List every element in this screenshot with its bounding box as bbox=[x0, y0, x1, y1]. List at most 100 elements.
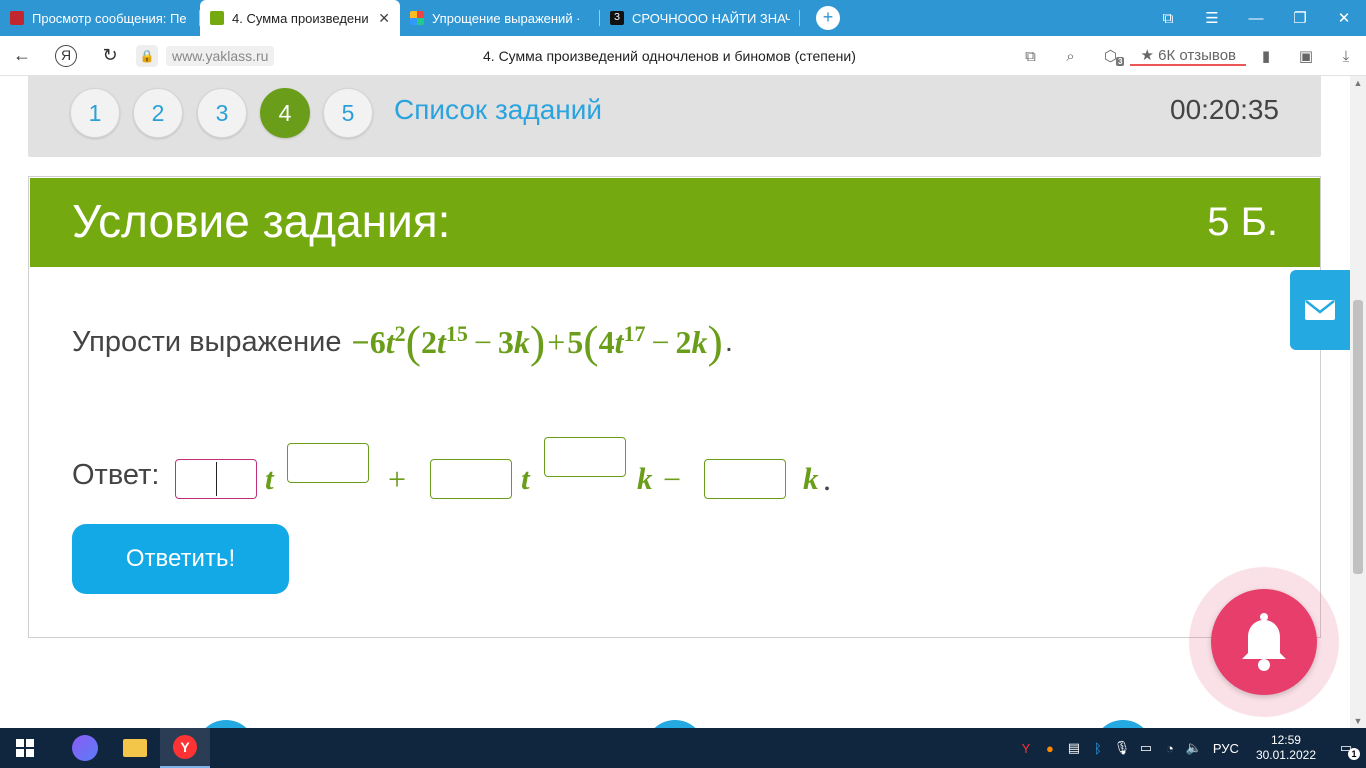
bluetooth-icon[interactable]: ᛒ bbox=[1086, 741, 1110, 756]
question-5-button[interactable]: 5 bbox=[323, 88, 373, 138]
scroll-thumb[interactable] bbox=[1353, 300, 1363, 574]
collections-icon[interactable]: ▣ bbox=[1286, 47, 1326, 65]
answer-exp-t-input[interactable] bbox=[287, 443, 369, 483]
yandex-tray-icon[interactable]: Y bbox=[1014, 741, 1038, 756]
task-list-link[interactable]: Список заданий bbox=[394, 94, 602, 126]
notifications-icon[interactable]: ▭ 1 bbox=[1326, 740, 1366, 760]
file-explorer-button[interactable] bbox=[110, 728, 160, 768]
browser-tab-strip: Просмотр сообщения: Пе 4. Сумма произвед… bbox=[0, 0, 1366, 36]
menu-icon[interactable]: ☰ bbox=[1190, 9, 1234, 27]
restore-icon[interactable]: ❐ bbox=[1278, 9, 1322, 27]
question-4-button[interactable]: 4 bbox=[260, 88, 310, 138]
language-indicator[interactable]: РУС bbox=[1206, 741, 1246, 756]
windows-logo-icon bbox=[16, 739, 34, 757]
yaklass-site-icon bbox=[210, 11, 224, 25]
answer-coef-t-input[interactable] bbox=[175, 459, 257, 499]
alice-icon bbox=[72, 735, 98, 761]
var-t: t bbox=[265, 461, 274, 496]
task-heading: Условие задания: bbox=[72, 195, 451, 247]
microphone-icon[interactable]: 🎙 bbox=[1110, 740, 1134, 756]
clock[interactable]: 12:59 30.01.2022 bbox=[1246, 733, 1326, 763]
coef: 3 bbox=[497, 323, 514, 360]
reload-icon[interactable]: ↻ bbox=[88, 45, 132, 66]
back-icon[interactable]: ← bbox=[0, 45, 44, 66]
task-header: Условие задания: 5 Б. bbox=[30, 178, 1320, 267]
clock-time: 12:59 bbox=[1270, 733, 1301, 747]
coef: 2 bbox=[675, 323, 692, 360]
yandex-logo-icon[interactable]: Я bbox=[55, 44, 77, 67]
question-2-button[interactable]: 2 bbox=[133, 88, 183, 138]
var: t bbox=[436, 323, 446, 360]
lock-icon[interactable]: 🔒 bbox=[136, 44, 158, 67]
task-condition: Упрости выражение −6 t 2 ( 2 t 15 − 3k ) + 5… bbox=[72, 319, 733, 365]
yandex-browser-button[interactable]: Y bbox=[160, 728, 210, 768]
tab-current-task[interactable]: 4. Сумма произведени ✕ bbox=[200, 0, 400, 36]
bookmark-icon[interactable]: ▮ bbox=[1246, 47, 1286, 65]
var-k: k bbox=[803, 461, 819, 496]
notification-bell-button[interactable] bbox=[1189, 567, 1339, 717]
var-k: k bbox=[637, 461, 653, 496]
windows-taskbar: Y Y ● ▤ ᛒ 🎙 ▭ ◔ 🔈 РУС 12:59 30.01.2022 ▭… bbox=[0, 728, 1366, 768]
reviews-button[interactable]: ★ 6К отзывов bbox=[1130, 46, 1246, 66]
minus-sign: − bbox=[663, 461, 682, 497]
znanija-site-icon: З bbox=[610, 11, 624, 25]
odnoklassniki-tray-icon[interactable]: ● bbox=[1038, 741, 1062, 756]
var-t: t bbox=[521, 461, 530, 496]
tab-title: Просмотр сообщения: Пе bbox=[32, 10, 187, 26]
url-domain[interactable]: www.yaklass.ru bbox=[166, 45, 275, 66]
condition-text: Упрости выражение bbox=[72, 325, 342, 358]
start-button[interactable] bbox=[0, 728, 50, 768]
address-bar-actions: ⧉ ⌕ ⬡ 3 ★ 6К отзывов ▮ ▣ ⤓ bbox=[1010, 36, 1366, 76]
notification-count: 1 bbox=[1348, 748, 1360, 760]
keyboard-tray-icon[interactable]: ▤ bbox=[1062, 740, 1086, 756]
system-tray: Y ● ▤ ᛒ 🎙 ▭ ◔ 🔈 РУС 12:59 30.01.2022 ▭ 1 bbox=[1014, 728, 1366, 768]
exp: 15 bbox=[445, 321, 468, 346]
extensions-icon[interactable]: ⬡ 3 bbox=[1090, 47, 1130, 66]
battery-icon[interactable]: ▭ bbox=[1134, 740, 1158, 756]
minimize-icon[interactable]: — bbox=[1234, 10, 1278, 27]
feedback-mail-button[interactable] bbox=[1290, 270, 1350, 350]
answer-exp-tk-input[interactable] bbox=[544, 437, 626, 477]
zoom-icon[interactable]: ⌕ bbox=[1050, 48, 1090, 65]
scroll-up-icon[interactable]: ▲ bbox=[1350, 78, 1366, 88]
question-1-button[interactable]: 1 bbox=[70, 88, 120, 138]
download-icon[interactable]: ⤓ bbox=[1326, 48, 1366, 65]
submit-answer-button[interactable]: Ответить! bbox=[72, 524, 289, 594]
paren-open: ( bbox=[583, 316, 599, 367]
new-tab-button[interactable]: + bbox=[816, 6, 840, 30]
volume-icon[interactable]: 🔈 bbox=[1182, 740, 1206, 756]
folder-icon bbox=[123, 739, 147, 757]
tab-simplification[interactable]: Упрощение выражений · bbox=[400, 0, 600, 36]
address-bar: ← Я ↻ 🔒 www.yaklass.ru 4. Сумма произвед… bbox=[0, 36, 1366, 76]
bookmarks-panel-icon[interactable]: ⧉ bbox=[1146, 10, 1190, 27]
exp: 17 bbox=[623, 321, 646, 346]
tab-urgent-question[interactable]: З СРОЧНООО НАЙТИ ЗНАЧ bbox=[600, 0, 800, 36]
coef: −6 bbox=[351, 323, 386, 360]
close-icon[interactable]: ✕ bbox=[378, 10, 390, 27]
tab-message-view[interactable]: Просмотр сообщения: Пе bbox=[0, 0, 200, 36]
bell-icon bbox=[1242, 613, 1286, 671]
tab-title: СРОЧНООО НАЙТИ ЗНАЧ bbox=[632, 10, 790, 26]
copy-link-icon[interactable]: ⧉ bbox=[1010, 48, 1050, 65]
wifi-icon[interactable]: ◔ bbox=[1158, 741, 1182, 756]
timer: 00:20:35 bbox=[1170, 94, 1279, 125]
expression: −6 t 2 ( 2 t 15 − 3k ) + 5 ( 4 t 17 − 2k ) bbox=[352, 319, 723, 365]
page-scrollbar[interactable]: ▲ ▼ bbox=[1350, 76, 1366, 728]
period: . bbox=[823, 461, 831, 497]
task-points: 5 Б. bbox=[1207, 200, 1278, 244]
page-title[interactable]: 4. Сумма произведений одночленов и бином… bbox=[483, 48, 856, 64]
plus-sign: + bbox=[388, 461, 407, 497]
partial-circle-icon bbox=[645, 720, 705, 728]
scroll-down-icon[interactable]: ▼ bbox=[1350, 716, 1366, 726]
answer-coef-k-input[interactable] bbox=[704, 459, 786, 499]
var: k bbox=[691, 323, 708, 360]
window-controls: ⧉ ☰ — ❐ ✕ bbox=[1146, 0, 1366, 36]
paren-open: ( bbox=[405, 316, 421, 367]
coef: 5 bbox=[567, 323, 584, 360]
var: t bbox=[614, 323, 624, 360]
alice-app-button[interactable] bbox=[60, 728, 110, 768]
answer-coef-tk-input[interactable] bbox=[430, 459, 512, 499]
close-window-icon[interactable]: ✕ bbox=[1322, 9, 1366, 27]
question-3-button[interactable]: 3 bbox=[197, 88, 247, 138]
coef: 4 bbox=[598, 323, 615, 360]
